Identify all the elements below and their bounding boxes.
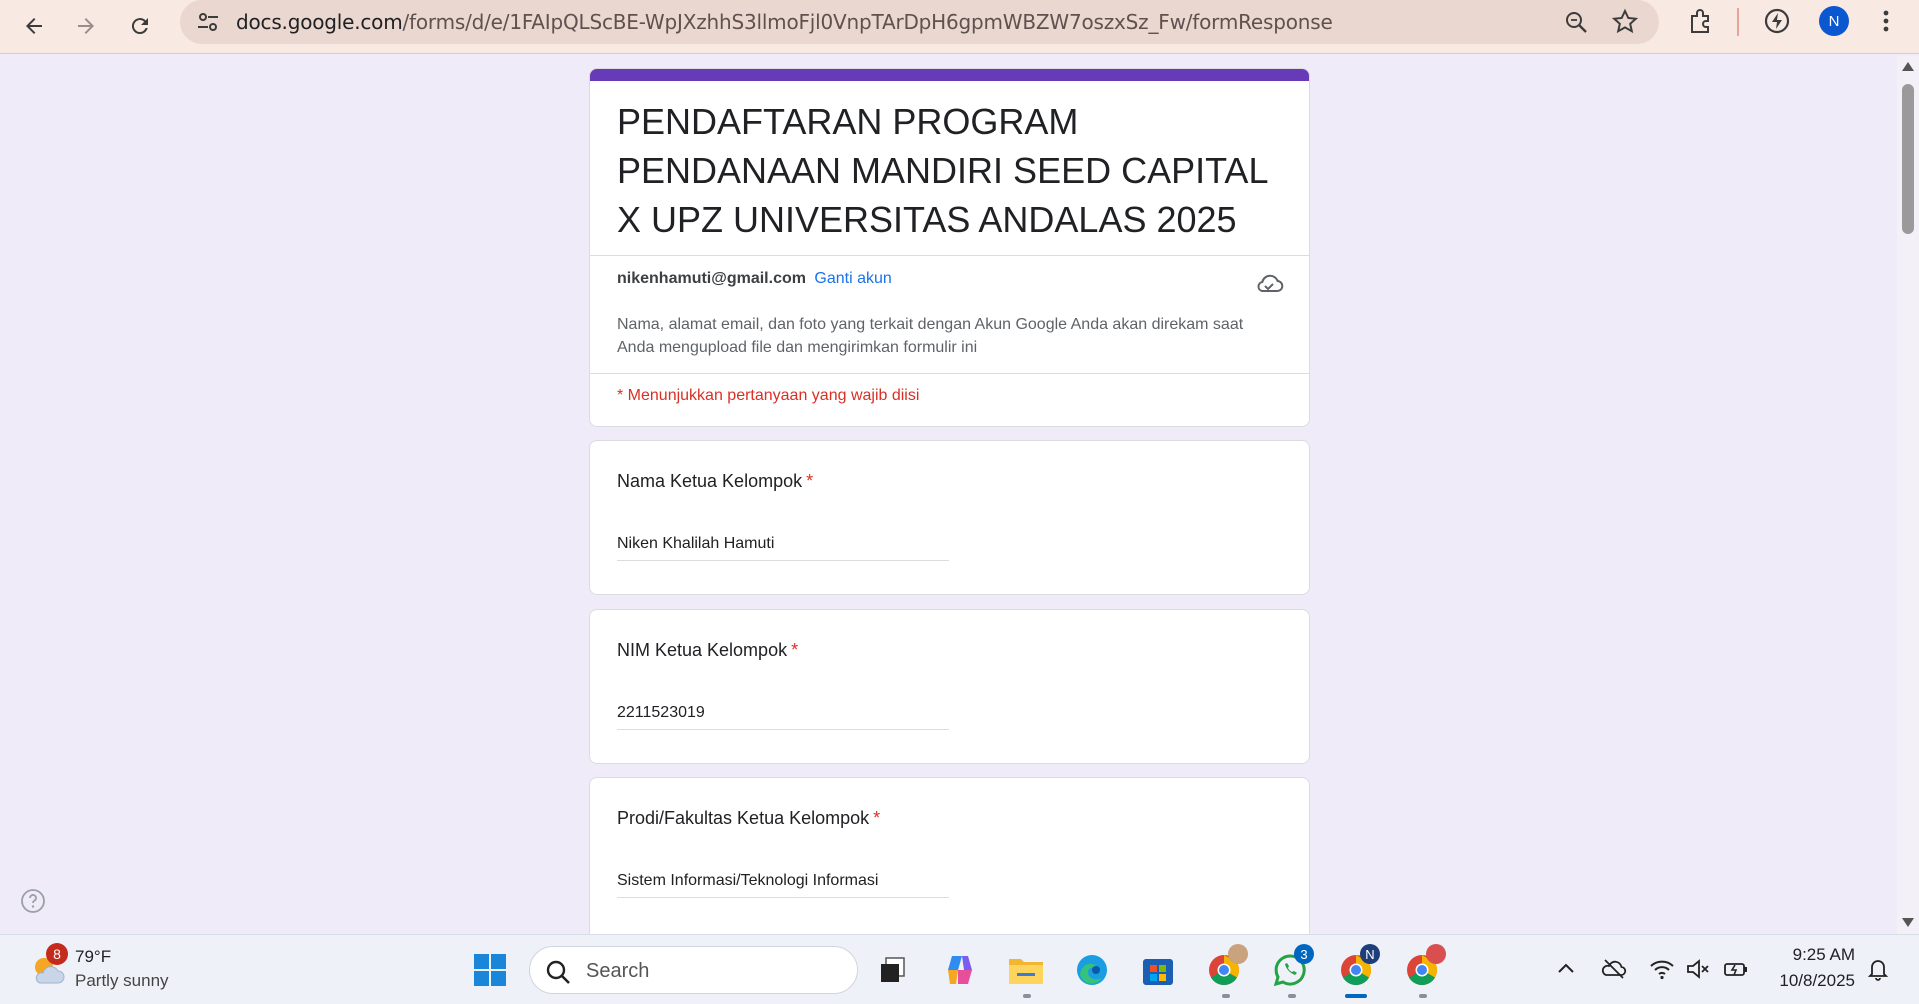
account-email: nikenhamuti@gmail.com <box>617 270 806 287</box>
search-icon <box>546 960 570 984</box>
cloud-saved-icon <box>1257 274 1284 292</box>
browser-toolbar: docs.google.com/forms/d/e/1FAIpQLScBE-Wp… <box>0 0 1919 54</box>
divider <box>590 373 1309 374</box>
page-scrollbar[interactable] <box>1897 56 1919 934</box>
profile-avatar[interactable]: N <box>1819 6 1849 36</box>
scroll-up-arrow[interactable] <box>1902 62 1914 71</box>
required-star: * <box>806 471 814 491</box>
required-note: * Menunjukkan pertanyaan yang wajib diis… <box>617 387 920 404</box>
weather-alert-badge: 8 <box>46 943 68 965</box>
file-explorer-button[interactable] <box>1006 950 1046 990</box>
site-info-icon[interactable] <box>194 8 222 36</box>
running-indicator <box>1023 994 1031 998</box>
running-indicator <box>1419 994 1427 998</box>
notification-bell-icon[interactable] <box>1864 955 1892 983</box>
battery-charging-icon[interactable] <box>1722 955 1750 983</box>
windows-logo-icon <box>474 954 506 986</box>
copilot-button[interactable] <box>940 950 980 990</box>
task-view-icon <box>881 957 905 982</box>
whatsapp-unread-badge: 3 <box>1294 944 1314 964</box>
back-button[interactable] <box>14 6 54 46</box>
answer-input[interactable]: Niken Khalilah Hamuti <box>617 533 949 561</box>
copilot-icon <box>948 956 972 984</box>
zoom-icon[interactable] <box>1562 8 1590 36</box>
reload-button[interactable] <box>120 6 160 46</box>
form-title: PENDAFTARAN PROGRAM PENDANAAN MANDIRI SE… <box>617 101 1268 240</box>
weather-description: Partly sunny <box>75 971 169 990</box>
form-accent-band <box>590 69 1309 81</box>
forward-button[interactable] <box>66 6 106 46</box>
wifi-icon[interactable] <box>1648 955 1676 983</box>
question-text: NIM Ketua Kelompok <box>617 640 788 660</box>
active-indicator <box>1345 994 1367 998</box>
question-card: Prodi/Fakultas Ketua Kelompok * Sistem In… <box>589 777 1310 937</box>
profile-photo-badge <box>1426 944 1446 964</box>
question-label: Nama Ketua Kelompok * <box>617 471 813 492</box>
question-label: Prodi/Fakultas Ketua Kelompok * <box>617 808 880 829</box>
address-bar[interactable]: docs.google.com/forms/d/e/1FAIpQLScBE-Wp… <box>180 0 1659 44</box>
account-line: nikenhamuti@gmail.com Ganti akun <box>617 270 892 288</box>
onedrive-offline-icon[interactable] <box>1600 955 1628 983</box>
divider <box>590 255 1309 256</box>
question-card: Nama Ketua Kelompok * Niken Khalilah Hamu… <box>589 440 1310 595</box>
clock-date[interactable]: 10/8/2025 <box>1770 971 1855 991</box>
help-icon[interactable] <box>20 888 46 914</box>
star-icon[interactable] <box>1611 8 1639 36</box>
store-icon <box>1143 959 1173 985</box>
question-text: Prodi/Fakultas Ketua Kelompok <box>617 808 870 828</box>
url-host: docs.google.com <box>236 10 403 34</box>
folder-icon <box>1009 959 1043 984</box>
chevron-up-icon[interactable] <box>1552 955 1580 983</box>
chrome-profile-badge: N <box>1360 944 1380 964</box>
taskbar-search[interactable]: Search <box>529 946 858 994</box>
microsoft-store-button[interactable] <box>1138 950 1178 990</box>
running-indicator <box>1222 994 1230 998</box>
taskbar: 8 79°F Partly sunny Search 3 N 9:25 AM 1… <box>0 934 1919 1004</box>
performance-icon[interactable] <box>1762 6 1792 36</box>
question-text: Nama Ketua Kelompok <box>617 471 803 491</box>
profile-photo-badge <box>1228 944 1248 964</box>
question-label: NIM Ketua Kelompok * <box>617 640 798 661</box>
extensions-icon[interactable] <box>1686 6 1716 36</box>
url-path: /forms/d/e/1FAIpQLScBE-WpJXzhhS3llmoFjl0… <box>402 10 1333 34</box>
weather-temperature: 79°F <box>75 947 112 966</box>
clock-time[interactable]: 9:25 AM <box>1787 945 1855 965</box>
question-card: NIM Ketua Kelompok * 2211523019 <box>589 609 1310 764</box>
arrow-left-icon <box>26 18 42 34</box>
required-star: * <box>873 808 881 828</box>
answer-input[interactable]: Sistem Informasi/Teknologi Informasi <box>617 870 949 898</box>
required-star: * <box>791 640 799 660</box>
search-placeholder: Search <box>586 960 650 982</box>
arrow-right-icon <box>78 18 94 34</box>
url-text[interactable]: docs.google.com/forms/d/e/1FAIpQLScBE-Wp… <box>236 10 1333 34</box>
running-indicator <box>1288 994 1296 998</box>
edge-icon <box>1077 955 1107 985</box>
volume-muted-icon[interactable] <box>1684 955 1712 983</box>
edge-button[interactable] <box>1072 950 1112 990</box>
account-note: Nama, alamat email, dan foto yang terkai… <box>617 316 1244 356</box>
answer-input[interactable]: 2211523019 <box>617 702 949 730</box>
scroll-thumb[interactable] <box>1902 84 1914 234</box>
form-header-card: PENDAFTARAN PROGRAM PENDANAAN MANDIRI SE… <box>589 68 1310 427</box>
switch-account-link[interactable]: Ganti akun <box>814 270 891 287</box>
toolbar-divider <box>1737 8 1739 36</box>
start-button[interactable] <box>470 950 510 990</box>
reload-icon <box>131 18 148 35</box>
scroll-down-arrow[interactable] <box>1902 918 1914 927</box>
task-view-button[interactable] <box>873 950 913 990</box>
more-menu-icon[interactable] <box>1876 6 1896 36</box>
